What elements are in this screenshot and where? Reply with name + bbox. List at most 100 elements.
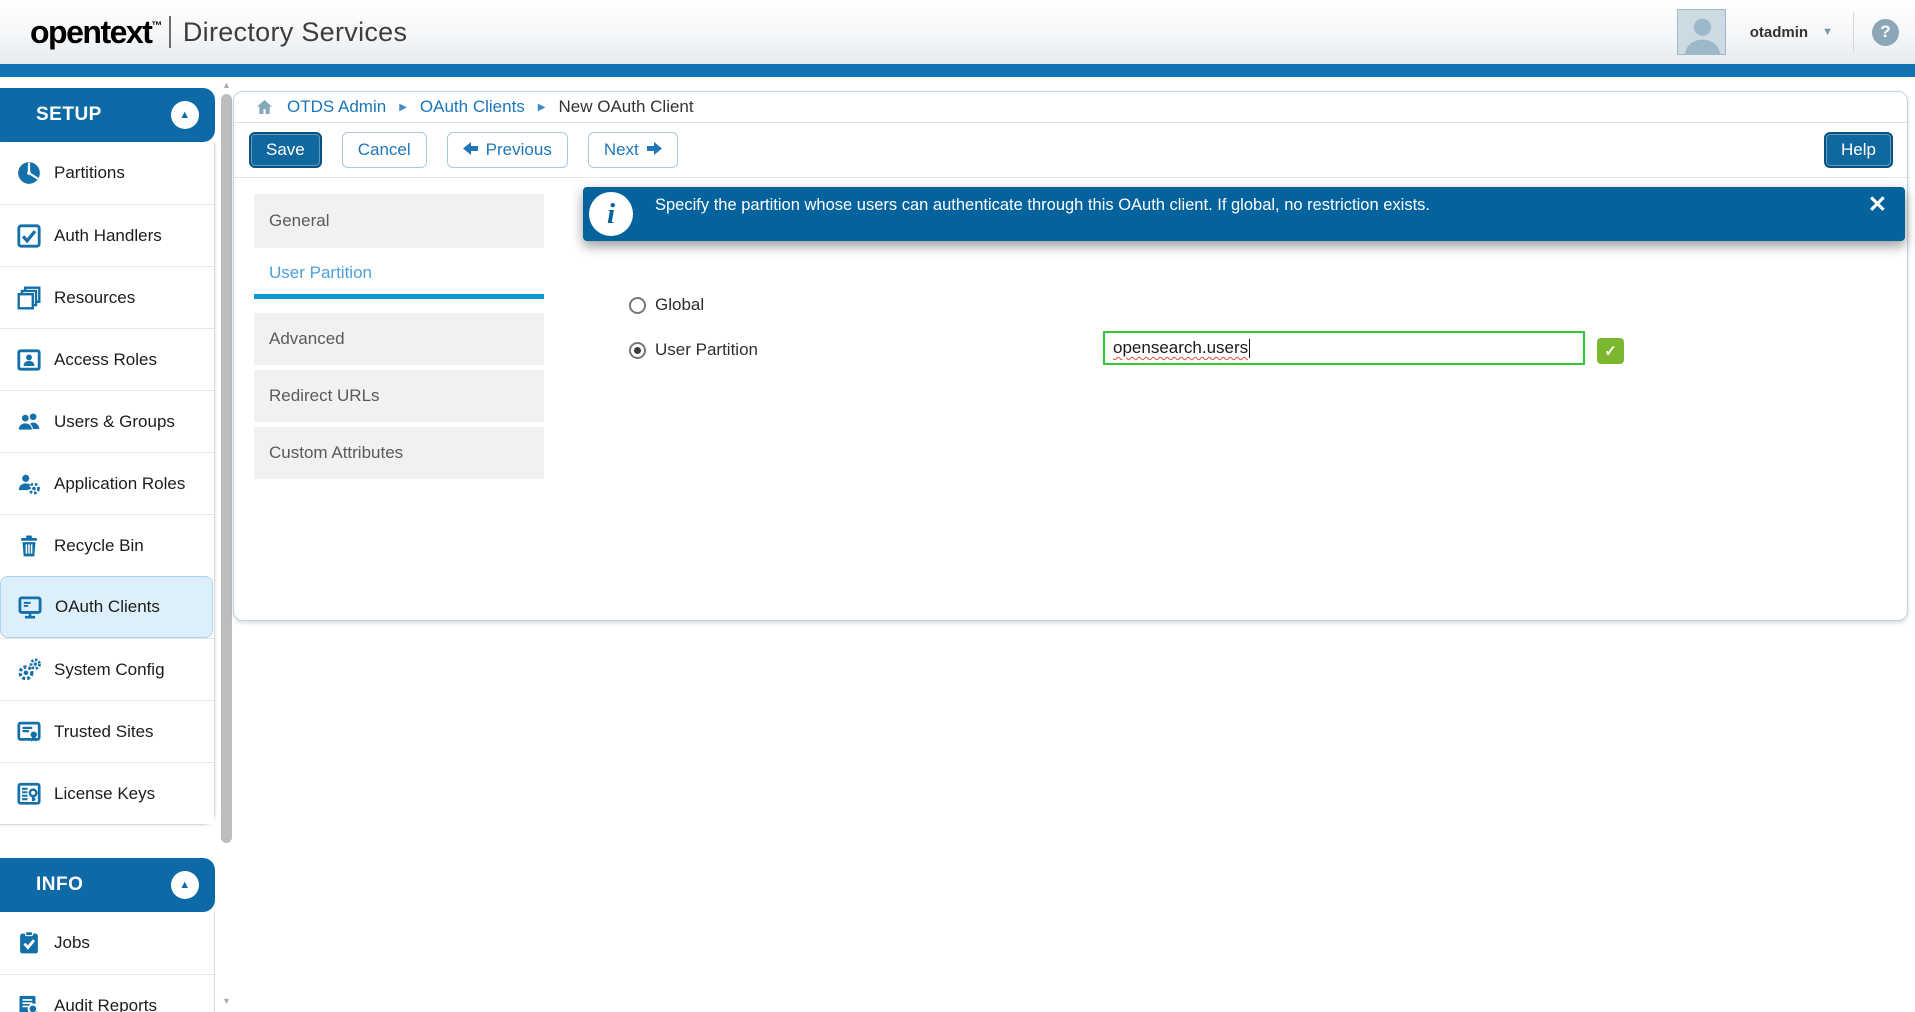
previous-button[interactable]: Previous [447,132,568,168]
sidebar-item-jobs[interactable]: Jobs [0,912,214,974]
valid-check-icon: ✓ [1597,338,1624,364]
clipboard-check-icon [13,930,45,956]
tab-user-partition[interactable]: User Partition [254,252,544,299]
sidebar-item-trusted-sites[interactable]: Trusted Sites [0,700,214,762]
arrow-right-icon [647,140,662,160]
next-button-label: Next [604,140,639,160]
next-button[interactable]: Next [588,132,678,168]
section-title: SETUP [36,104,102,126]
partition-input-value: opensearch.users [1113,338,1248,358]
save-button-label: Save [266,140,305,160]
gears-icon [13,657,45,683]
sidebar-item-system-config[interactable]: System Config [0,638,214,700]
partitions-icon [13,160,45,186]
tab-advanced[interactable]: Advanced [254,313,544,365]
save-button[interactable]: Save [249,132,322,168]
close-icon[interactable]: ✕ [1868,193,1887,216]
info-banner-text: Specify the partition whose users can au… [655,196,1430,214]
breadcrumb-current: New OAuth Client [559,97,694,117]
toolbar: Save Cancel Previous Next Help [234,123,1907,178]
people-icon [13,409,45,435]
breadcrumb-link-otds-admin[interactable]: OTDS Admin [287,97,386,117]
sidebar-item-label: Auth Handlers [54,226,162,246]
cancel-button[interactable]: Cancel [342,132,427,168]
sidebar-item-partitions[interactable]: Partitions [0,142,214,204]
logo-divider [169,16,171,48]
tab-label: User Partition [269,263,372,283]
sidebar-item-label: License Keys [54,784,155,804]
license-key-icon [13,781,45,807]
sidebar-item-label: Resources [54,288,135,308]
username[interactable]: otadmin [1750,24,1808,41]
text-cursor [1249,339,1250,358]
breadcrumb-link-oauth-clients[interactable]: OAuth Clients [420,97,525,117]
section-title: INFO [36,874,83,896]
sidebar-item-label: System Config [54,660,165,680]
certificate-icon [13,719,45,745]
partition-input[interactable]: opensearch.users [1103,331,1585,365]
sidebar-item-access-roles[interactable]: Access Roles [0,328,214,390]
sidebar-info-items: Jobs Audit Reports [0,912,215,1012]
collapse-icon[interactable]: ▲ [171,101,199,129]
tab-redirect-urls[interactable]: Redirect URLs [254,370,544,422]
sidebar-item-label: Jobs [54,933,90,953]
scrollbar-down-icon[interactable]: ▼ [220,996,233,1006]
arrow-left-icon [463,140,478,160]
global-radio[interactable] [629,297,646,314]
product-title: Directory Services [183,17,407,48]
collapse-icon[interactable]: ▲ [171,871,199,899]
avatar[interactable] [1677,9,1726,55]
sidebar-scrollbar-thumb[interactable] [221,94,232,843]
breadcrumb-separator-icon: ▶ [538,102,546,113]
sidebar-section-setup[interactable]: SETUP ▲ [0,88,215,142]
tab-custom-attributes[interactable]: Custom Attributes [254,427,544,479]
help-icon[interactable]: ? [1872,19,1899,46]
user-partition-radio[interactable] [629,342,646,359]
header-divider [1853,12,1854,52]
accent-bar [0,64,1915,77]
breadcrumb: OTDS Admin ▶ OAuth Clients ▶ New OAuth C… [234,92,1907,123]
user-partition-radio-label: User Partition [655,340,758,360]
info-banner: i Specify the partition whose users can … [583,187,1905,241]
previous-button-label: Previous [486,140,552,160]
monitor-icon [14,594,46,620]
sidebar-item-label: Trusted Sites [54,722,154,742]
opentext-logo: opentext™ [30,14,161,51]
home-icon[interactable] [255,98,274,116]
sidebar-item-label: Recycle Bin [54,536,144,556]
sidebar-item-label: Access Roles [54,350,157,370]
tab-label: Redirect URLs [269,386,380,406]
sidebar-item-oauth-clients[interactable]: OAuth Clients [0,576,213,638]
chevron-down-icon[interactable]: ▼ [1822,26,1833,38]
sidebar-item-label: Audit Reports [54,996,157,1012]
tab-label: Custom Attributes [269,443,403,463]
tab-general[interactable]: General [254,194,544,248]
sidebar-item-license-keys[interactable]: License Keys [0,762,214,824]
user-partition-option-row: User Partition [629,340,758,360]
stacked-pages-icon [13,285,45,311]
sidebar-setup-items: Partitions Auth Handlers Resources Acces… [0,142,215,825]
sidebar-item-label: Partitions [54,163,125,183]
sidebar-item-audit-reports[interactable]: Audit Reports [0,974,214,1012]
trash-icon [13,533,45,559]
tab-label: General [269,211,329,231]
sidebar-section-info[interactable]: INFO ▲ [0,858,215,912]
brand: opentext™ Directory Services [30,0,407,64]
person-gear-icon [13,471,45,497]
main-content-panel: OTDS Admin ▶ OAuth Clients ▶ New OAuth C… [233,91,1908,621]
sidebar-item-auth-handlers[interactable]: Auth Handlers [0,204,214,266]
user-area: otadmin ▼ ? [1677,0,1899,64]
id-card-icon [13,347,45,373]
tab-label: Advanced [269,329,345,349]
scrollbar-up-icon[interactable]: ▲ [220,80,233,90]
info-icon: i [589,192,633,236]
global-option-row: Global [629,295,704,315]
sidebar-item-resources[interactable]: Resources [0,266,214,328]
help-button[interactable]: Help [1824,132,1893,168]
sidebar-item-users-groups[interactable]: Users & Groups [0,390,214,452]
sidebar-item-recycle-bin[interactable]: Recycle Bin [0,514,214,576]
report-magnifier-icon [13,993,45,1012]
sidebar-item-label: Application Roles [54,474,185,494]
sidebar-item-application-roles[interactable]: Application Roles [0,452,214,514]
cancel-button-label: Cancel [358,140,411,160]
